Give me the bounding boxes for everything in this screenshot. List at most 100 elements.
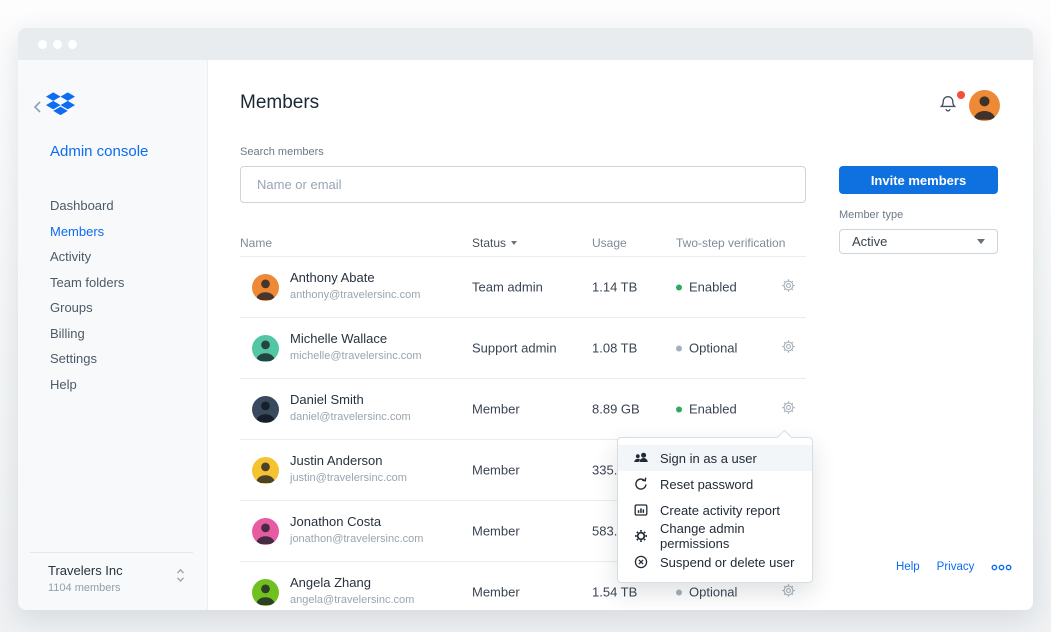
column-header-name: Name [240,236,272,250]
sidebar-nav: Dashboard Members Activity Team folders … [50,193,124,397]
more-options-icon[interactable] [991,563,1012,572]
verification-cell: Enabled [676,402,737,417]
traffic-light-icon[interactable] [68,40,77,49]
sign-in-user-icon [633,450,649,466]
member-status: Member [472,585,520,600]
member-usage: 1.14 TB [592,280,637,295]
member-name: Daniel Smith [290,392,411,407]
column-header-verification: Two-step verification [676,236,785,250]
avatar [252,335,279,362]
member-usage: 8.89 GB [592,402,640,417]
sidebar-item-dashboard[interactable]: Dashboard [50,193,124,219]
sidebar-item-activity[interactable]: Activity [50,244,124,270]
company-name: Travelers Inc [48,563,187,578]
search-input[interactable] [240,166,806,203]
traffic-light-icon[interactable] [53,40,62,49]
status-dot [676,345,682,351]
member-name: Jonathon Costa [290,514,423,529]
menu-item-sign-in-as-user[interactable]: Sign in as a user [618,445,812,471]
status-dot [676,589,682,595]
table-row[interactable]: Michelle Wallacemichelle@travelersinc.co… [240,318,806,379]
company-member-count: 1104 members [48,582,187,594]
menu-item-label: Reset password [660,477,753,492]
member-email: anthony@travelersinc.com [290,289,420,301]
member-status: Team admin [472,280,543,295]
reset-password-icon [633,476,649,492]
admin-permissions-icon [633,528,649,544]
suspend-delete-icon [633,554,649,570]
member-usage: 335. [592,463,617,478]
avatar [252,518,279,545]
status-dot [676,284,682,290]
row-gear-icon[interactable] [781,400,796,418]
sidebar-item-groups[interactable]: Groups [50,295,124,321]
menu-item-suspend-or-delete-user[interactable]: Suspend or delete user [618,549,812,575]
notification-dot [957,91,965,99]
sidebar-item-billing[interactable]: Billing [50,321,124,347]
member-status: Member [472,524,520,539]
menu-item-label: Change admin permissions [660,521,797,551]
member-type-select[interactable]: Active [839,229,998,254]
column-header-usage: Usage [592,236,627,250]
menu-item-create-activity-report[interactable]: Create activity report [618,497,812,523]
invite-members-button[interactable]: Invite members [839,166,998,194]
notifications-bell-icon[interactable] [937,93,963,119]
member-usage: 1.08 TB [592,341,637,356]
menu-item-label: Sign in as a user [660,451,757,466]
avatar [252,396,279,423]
member-name: Anthony Abate [290,270,420,285]
member-email: angela@travelersinc.com [290,594,414,606]
window-titlebar [18,28,1033,60]
menu-item-label: Suspend or delete user [660,555,794,570]
table-row[interactable]: Anthony Abate anthony@travelersinc.com Te… [240,257,806,318]
sidebar-item-help[interactable]: Help [50,372,124,398]
admin-console-title[interactable]: Admin console [50,143,148,160]
verification-cell: Optional [676,341,737,356]
member-name: Michelle Wallace [290,331,422,346]
column-header-status[interactable]: Status [472,236,517,250]
verification-label: Enabled [689,402,737,417]
verification-label: Enabled [689,280,737,295]
page-title: Members [240,92,319,114]
sort-caret-icon [511,241,517,245]
verification-cell: Enabled [676,280,737,295]
app-window: Admin console Dashboard Members Activity… [18,28,1033,610]
verification-label: Optional [689,585,737,600]
row-gear-icon[interactable] [781,278,796,296]
menu-item-change-admin-permissions[interactable]: Change admin permissions [618,523,812,549]
member-name: Angela Zhang [290,575,414,590]
sidebar: Admin console Dashboard Members Activity… [18,60,208,610]
profile-avatar[interactable] [969,90,1000,121]
verification-cell: Optional [676,585,737,600]
member-type-value: Active [852,234,887,249]
company-switcher[interactable]: Travelers Inc 1104 members [30,552,193,594]
traffic-light-buttons[interactable] [38,40,77,49]
member-status: Support admin [472,341,557,356]
avatar [252,579,279,606]
member-email: jonathon@travelersinc.com [290,533,423,545]
back-chevron-icon[interactable] [33,100,43,119]
verification-label: Optional [689,341,737,356]
sidebar-item-team-folders[interactable]: Team folders [50,270,124,296]
row-gear-icon[interactable] [781,583,796,601]
privacy-link[interactable]: Privacy [937,561,975,573]
sidebar-item-settings[interactable]: Settings [50,346,124,372]
member-email: justin@travelersinc.com [290,472,407,484]
activity-report-icon [633,502,649,518]
member-usage: 583. [592,524,617,539]
search-members-label: Search members [240,146,324,158]
help-link[interactable]: Help [896,561,920,573]
avatar [252,274,279,301]
up-down-chevron-icon[interactable] [176,568,185,588]
dropbox-logo-icon[interactable] [46,92,75,122]
row-gear-icon[interactable] [781,339,796,357]
member-status: Member [472,463,520,478]
main-content: Members Search members Invite members Me… [208,60,1033,610]
chevron-down-icon [977,239,985,244]
menu-item-reset-password[interactable]: Reset password [618,471,812,497]
table-row[interactable]: Daniel Smithdaniel@travelersinc.com Memb… [240,379,806,440]
traffic-light-icon[interactable] [38,40,47,49]
row-actions-menu: Sign in as a user Reset password Create … [617,437,813,583]
sidebar-item-members[interactable]: Members [50,219,124,245]
member-type-label: Member type [839,209,903,221]
